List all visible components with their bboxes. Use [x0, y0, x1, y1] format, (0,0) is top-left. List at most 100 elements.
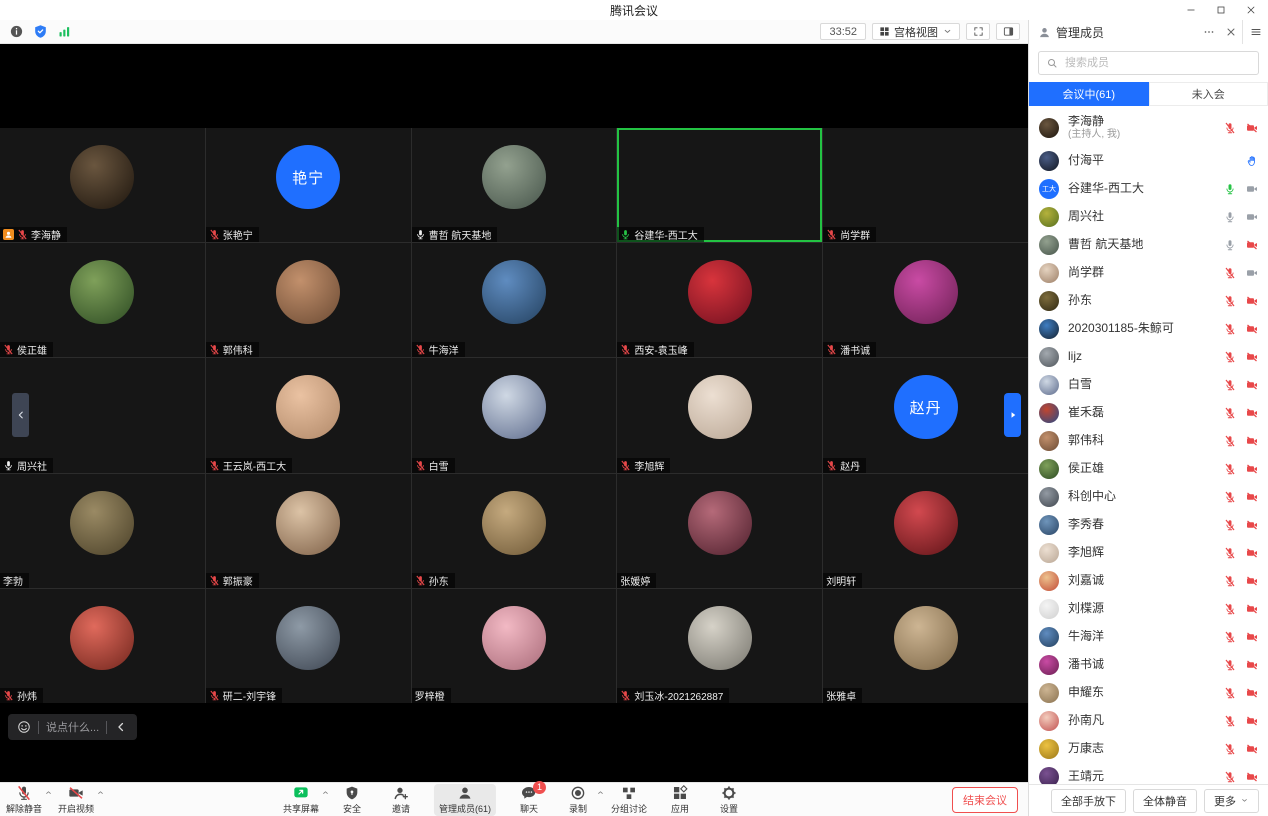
chat-input-placeholder[interactable]: 说点什么...	[46, 719, 99, 735]
security-shield-icon[interactable]	[33, 24, 48, 39]
camera-idle-icon[interactable]	[1246, 267, 1258, 279]
mic-muted-icon[interactable]	[1224, 687, 1236, 699]
camera-off-icon[interactable]	[1246, 295, 1258, 307]
video-tile[interactable]: 谷建华-西工大	[617, 128, 822, 242]
toolbar-gear[interactable]: 设置	[713, 784, 745, 816]
video-tile[interactable]: 李海静	[0, 128, 205, 242]
mic-idle-icon[interactable]	[1224, 211, 1236, 223]
toolbar-shield[interactable]: 安全	[336, 784, 368, 816]
maximize-button[interactable]	[1206, 0, 1236, 20]
member-row[interactable]: 李秀春	[1029, 511, 1268, 539]
end-meeting-button[interactable]: 结束会议	[952, 787, 1018, 813]
tab-in-meeting[interactable]: 会议中(61)	[1029, 82, 1149, 106]
camera-off-icon[interactable]	[1246, 407, 1258, 419]
video-tile[interactable]: 郭振豪	[206, 474, 411, 588]
camera-off-icon[interactable]	[1246, 351, 1258, 363]
member-row[interactable]: 工大谷建华-西工大	[1029, 175, 1268, 203]
mic-active-icon[interactable]	[1224, 183, 1236, 195]
mic-idle-icon[interactable]	[1224, 239, 1236, 251]
camera-off-icon[interactable]	[1246, 239, 1258, 251]
camera-off-icon[interactable]	[1246, 491, 1258, 503]
mic-muted-icon[interactable]	[1224, 463, 1236, 475]
mic-muted-icon[interactable]	[1224, 323, 1236, 335]
member-row[interactable]: 申耀东	[1029, 679, 1268, 707]
previous-page-button[interactable]	[12, 393, 29, 437]
chevron-up-icon[interactable]	[44, 788, 53, 797]
video-tile[interactable]: 李勃	[0, 474, 205, 588]
mic-muted-icon[interactable]	[1224, 715, 1236, 727]
toolbar-apps[interactable]: 应用	[664, 784, 696, 816]
mic-muted-icon[interactable]	[1224, 407, 1236, 419]
video-tile[interactable]: 艳宁张艳宁	[206, 128, 411, 242]
panel-menu-icon[interactable]	[1242, 20, 1268, 44]
collapse-chat-icon[interactable]	[114, 720, 128, 734]
mic-muted-icon[interactable]	[1224, 122, 1236, 134]
member-row[interactable]: 李海静(主持人, 我)	[1029, 109, 1268, 147]
video-tile[interactable]: 张媛婷	[617, 474, 822, 588]
chevron-up-icon[interactable]	[96, 788, 105, 797]
camera-idle-icon[interactable]	[1246, 183, 1258, 195]
member-row[interactable]: 白雪	[1029, 371, 1268, 399]
member-row[interactable]: lijz	[1029, 343, 1268, 371]
video-tile[interactable]: 赵丹赵丹	[823, 358, 1028, 472]
camera-off-icon[interactable]	[1246, 435, 1258, 447]
video-tile[interactable]: 孙东	[412, 474, 617, 588]
member-row[interactable]: 潘书诚	[1029, 651, 1268, 679]
member-row[interactable]: 万康志	[1029, 735, 1268, 763]
member-row[interactable]: 曹哲 航天基地	[1029, 231, 1268, 259]
toolbar-mic-muted[interactable]: 解除静音	[6, 784, 42, 816]
more-button[interactable]: 更多	[1204, 789, 1259, 813]
mic-muted-icon[interactable]	[1224, 575, 1236, 587]
mic-muted-icon[interactable]	[1224, 659, 1236, 671]
member-row[interactable]: 崔禾磊	[1029, 399, 1268, 427]
info-icon[interactable]	[9, 24, 24, 39]
panel-more-icon[interactable]	[1198, 20, 1220, 44]
member-row[interactable]: 2020301185-朱鲸可	[1029, 315, 1268, 343]
video-tile[interactable]: 曹哲 航天基地	[412, 128, 617, 242]
toolbar-person-add[interactable]: 邀请	[385, 784, 417, 816]
chevron-up-icon[interactable]	[596, 788, 605, 797]
grid-view-button[interactable]: 宫格视图	[872, 23, 960, 40]
lower-all-hands-button[interactable]: 全部手放下	[1051, 789, 1126, 813]
video-tile[interactable]: 郭伟科	[206, 243, 411, 357]
video-tile[interactable]: 刘玉冰-2021262887	[617, 589, 822, 703]
camera-off-icon[interactable]	[1246, 659, 1258, 671]
member-row[interactable]: 郭伟科	[1029, 427, 1268, 455]
video-tile[interactable]: 研二-刘宇锋	[206, 589, 411, 703]
mic-muted-icon[interactable]	[1224, 743, 1236, 755]
video-tile[interactable]: 西安-袁玉峰	[617, 243, 822, 357]
mute-all-button[interactable]: 全体静音	[1133, 789, 1197, 813]
video-tile[interactable]: 孙炜	[0, 589, 205, 703]
quick-chat-bar[interactable]: 说点什么...	[8, 714, 137, 740]
video-tile[interactable]: 张雅卓	[823, 589, 1028, 703]
video-tile[interactable]: 牛海洋	[412, 243, 617, 357]
video-tile[interactable]: 罗梓橙	[412, 589, 617, 703]
member-row[interactable]: 周兴社	[1029, 203, 1268, 231]
camera-off-icon[interactable]	[1246, 122, 1258, 134]
mic-muted-icon[interactable]	[1224, 351, 1236, 363]
mic-muted-icon[interactable]	[1224, 771, 1236, 783]
video-tile[interactable]: 侯正雄	[0, 243, 205, 357]
camera-off-icon[interactable]	[1246, 603, 1258, 615]
camera-off-icon[interactable]	[1246, 743, 1258, 755]
camera-off-icon[interactable]	[1246, 631, 1258, 643]
video-tile[interactable]: 李旭辉	[617, 358, 822, 472]
toolbar-share[interactable]: 共享屏幕	[283, 784, 319, 816]
mic-muted-icon[interactable]	[1224, 631, 1236, 643]
member-row[interactable]: 科创中心	[1029, 483, 1268, 511]
mic-muted-icon[interactable]	[1224, 547, 1236, 559]
camera-off-icon[interactable]	[1246, 519, 1258, 531]
camera-off-icon[interactable]	[1246, 575, 1258, 587]
member-row[interactable]: 尚学群	[1029, 259, 1268, 287]
camera-off-icon[interactable]	[1246, 463, 1258, 475]
tab-not-joined[interactable]: 未入会	[1149, 82, 1268, 106]
member-row[interactable]: 孙东	[1029, 287, 1268, 315]
camera-idle-icon[interactable]	[1246, 211, 1258, 223]
member-row[interactable]: 王靖元	[1029, 763, 1268, 784]
mic-muted-icon[interactable]	[1224, 295, 1236, 307]
network-quality-icon[interactable]	[57, 24, 72, 39]
close-button[interactable]	[1236, 0, 1266, 20]
toolbar-record[interactable]: 录制	[562, 784, 594, 816]
mic-muted-icon[interactable]	[1224, 491, 1236, 503]
fullscreen-button[interactable]	[966, 23, 990, 40]
